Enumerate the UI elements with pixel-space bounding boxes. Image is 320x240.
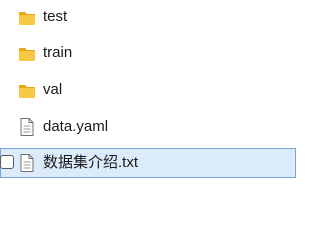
- folder-icon: [19, 48, 35, 61]
- list-item-test[interactable]: test: [0, 2, 296, 32]
- select-checkbox[interactable]: [0, 155, 14, 169]
- folder-icon: [19, 85, 35, 98]
- file-name: test: [43, 8, 68, 25]
- file-name: train: [43, 44, 73, 61]
- folder-icon: [19, 12, 35, 25]
- list-item-data-yaml[interactable]: data.yaml: [0, 112, 296, 142]
- file-list: test train val data.yaml 数据集介绍.txt: [0, 0, 296, 227]
- file-name: val: [43, 81, 63, 98]
- list-item-dataset-intro-txt[interactable]: 数据集介绍.txt: [0, 148, 296, 178]
- list-item-train[interactable]: train: [0, 38, 296, 68]
- list-item-val[interactable]: val: [0, 75, 296, 105]
- document-icon: [20, 118, 34, 136]
- file-name: data.yaml: [43, 118, 109, 135]
- file-name: 数据集介绍.txt: [43, 154, 139, 171]
- document-icon: [20, 154, 34, 172]
